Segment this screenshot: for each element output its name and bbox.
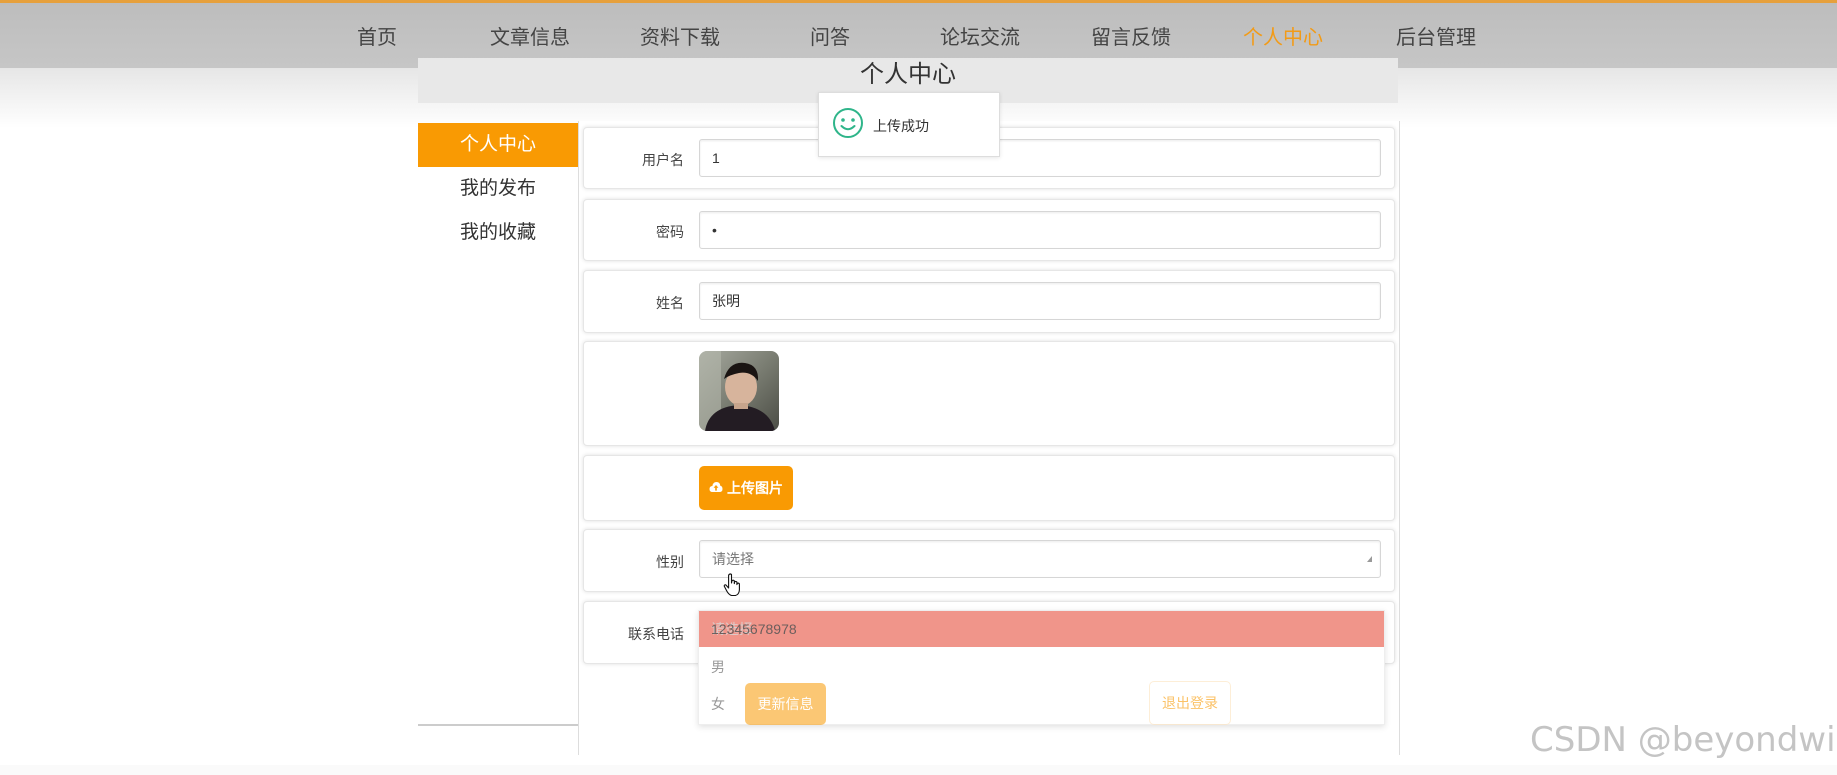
sidebar-item-my-favorites[interactable]: 我的收藏 — [418, 211, 578, 255]
dropdown-option-highlighted[interactable]: 请选择 12345678978 — [699, 611, 1384, 647]
nav-articles[interactable]: 文章信息 — [490, 21, 570, 50]
upload-image-label: 上传图片 — [727, 480, 783, 496]
hand-cursor-icon — [723, 573, 741, 602]
password-label: 密码 — [656, 224, 684, 240]
toast-notification: 上传成功 — [818, 92, 1000, 157]
watermark: CSDN @beyondwild — [1530, 720, 1837, 760]
toast-message: 上传成功 — [873, 118, 929, 134]
bottom-strip — [0, 765, 1837, 775]
select-caret-icon — [1367, 556, 1372, 562]
form-row-upload: 上传图片 — [583, 455, 1395, 521]
nav-downloads[interactable]: 资料下载 — [640, 21, 720, 50]
form-row-avatar — [583, 341, 1395, 446]
form-row-gender: 性别 请选择 — [583, 529, 1395, 592]
username-input[interactable]: 1 — [699, 139, 1381, 177]
username-label: 用户名 — [642, 152, 684, 168]
phone-input-value[interactable]: 12345678978 — [711, 621, 797, 637]
name-label: 姓名 — [656, 295, 684, 311]
dropdown-option-female[interactable]: 女 — [711, 694, 725, 714]
upload-image-button[interactable]: 上传图片 — [699, 466, 793, 510]
form-row-password: 密码 • — [583, 199, 1395, 261]
dropdown-option-male[interactable]: 男 — [711, 657, 725, 677]
sidebar-item-my-posts[interactable]: 我的发布 — [418, 167, 578, 211]
nav-qa[interactable]: 问答 — [810, 21, 850, 50]
gender-select[interactable]: 请选择 — [699, 540, 1381, 578]
gender-select-value: 请选择 — [712, 551, 754, 567]
nav-home[interactable]: 首页 — [357, 21, 397, 50]
cloud-upload-icon — [709, 480, 723, 496]
page-title: 个人中心 — [860, 62, 956, 88]
nav-forum[interactable]: 论坛交流 — [940, 21, 1020, 50]
logout-button[interactable]: 退出登录 — [1149, 681, 1231, 725]
nav-personal-center[interactable]: 个人中心 — [1243, 21, 1323, 50]
update-info-button[interactable]: 更新信息 — [745, 683, 826, 725]
form-row-name: 姓名 张明 — [583, 270, 1395, 333]
smile-icon — [832, 107, 864, 144]
sidebar: 个人中心 我的发布 我的收藏 — [418, 123, 578, 726]
name-input[interactable]: 张明 — [699, 282, 1381, 320]
phone-label: 联系电话 — [628, 626, 684, 642]
nav-feedback[interactable]: 留言反馈 — [1091, 21, 1171, 50]
avatar — [699, 351, 779, 431]
gender-label: 性别 — [656, 554, 684, 570]
sidebar-item-personal-center[interactable]: 个人中心 — [418, 123, 578, 167]
password-input[interactable]: • — [699, 211, 1381, 249]
nav-admin[interactable]: 后台管理 — [1396, 21, 1476, 50]
